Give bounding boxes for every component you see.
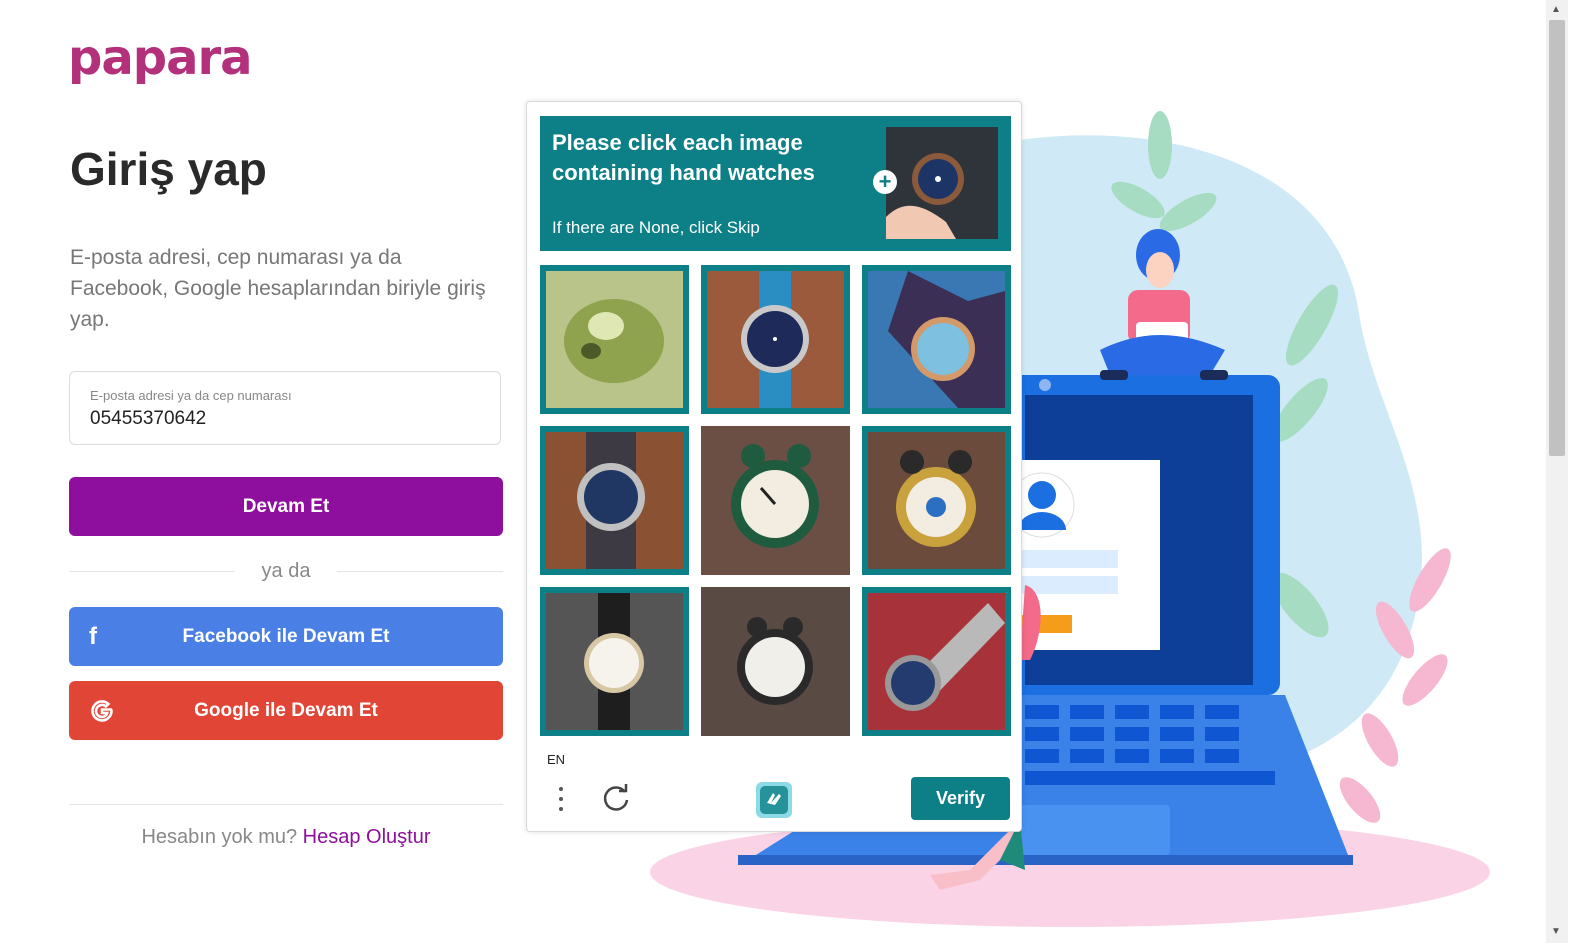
page-title: Giriş yap [70,143,267,195]
captcha-prompt: Please click each image containing hand … [552,130,815,185]
scroll-down-arrow-icon[interactable]: ▼ [1551,926,1561,937]
captcha-tile[interactable] [540,587,689,736]
email-field-label: E-posta adresi ya da cep numarası [90,388,292,403]
page-scrollbar[interactable]: ▲ ▼ [1546,0,1568,943]
captcha-tile[interactable] [862,587,1011,736]
language-selector[interactable]: EN [547,752,565,767]
google-icon [89,681,115,740]
email-input[interactable] [90,408,470,430]
signup-question: Hesabın yok mu? [141,826,298,848]
captcha-tile[interactable] [701,426,850,575]
verify-button[interactable]: Verify [911,777,1010,820]
scroll-thumb[interactable] [1549,20,1565,456]
captcha-tile[interactable] [540,426,689,575]
captcha-header: Please click each image containing hand … [540,116,1011,251]
continue-button-label: Devam Et [242,495,330,517]
captcha-example-image[interactable] [886,127,998,239]
scroll-up-arrow-icon[interactable]: ▲ [1551,4,1561,15]
hcaptcha-logo-icon[interactable] [753,779,795,821]
expand-example-icon[interactable]: + [873,170,897,194]
captcha-tile[interactable] [540,265,689,414]
footer-divider [69,804,503,805]
google-button-label: Google ile Devam Et [194,699,378,721]
or-divider-text: ya da [261,560,311,582]
captcha-challenge-dialog: Please click each image containing hand … [526,101,1022,832]
facebook-button-label: Facebook ile Devam Et [182,625,390,647]
papara-logo[interactable]: papara [68,30,253,86]
or-divider: ya da [69,560,503,584]
captcha-skip-hint: If there are None, click Skip [552,218,760,237]
captcha-tile[interactable] [701,265,850,414]
facebook-login-button[interactable]: f Facebook ile Devam Et [69,607,503,666]
continue-button[interactable]: Devam Et [69,477,503,536]
signup-prompt: Hesabın yok mu? Hesap Oluştur [69,826,503,849]
captcha-tile[interactable] [862,265,1011,414]
google-login-button[interactable]: Google ile Devam Et [69,681,503,740]
facebook-icon: f [89,622,97,650]
create-account-link[interactable]: Hesap Oluştur [303,826,431,848]
email-field[interactable]: E-posta adresi ya da cep numarası [69,371,501,445]
captcha-tile[interactable] [862,426,1011,575]
captcha-tile[interactable] [701,587,850,736]
page-subtitle: E-posta adresi, cep numarası ya da Faceb… [70,246,486,331]
refresh-icon[interactable] [599,782,633,816]
more-options-icon[interactable] [551,783,571,815]
